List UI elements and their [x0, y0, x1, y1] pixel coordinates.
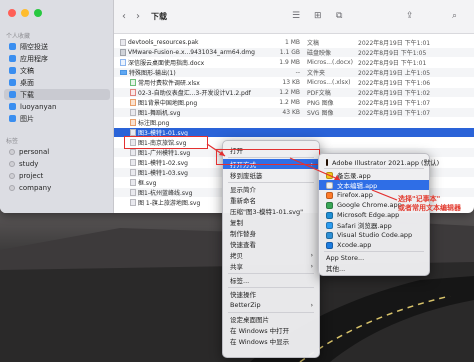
annotation-arrows — [206, 143, 398, 201]
annotation-line-2: 或者常用文本编辑器 — [398, 204, 461, 212]
annotation-line-1: 选择"记事本" — [398, 195, 441, 203]
annotation-text: 选择"记事本" 或者常用文本编辑器 — [398, 195, 461, 213]
